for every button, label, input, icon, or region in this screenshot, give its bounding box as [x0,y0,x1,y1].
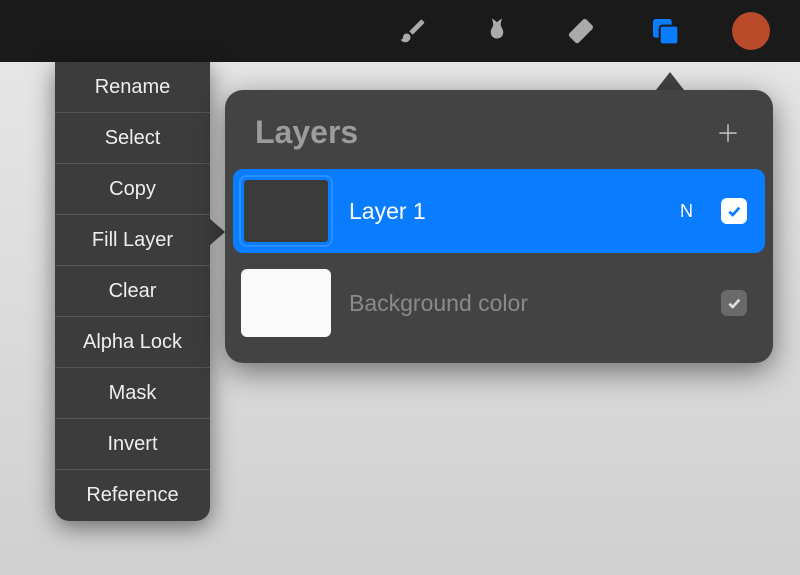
context-label: Mask [109,382,157,405]
context-copy[interactable]: Copy [55,164,210,215]
layers-title: Layers [255,114,358,151]
context-label: Alpha Lock [83,331,182,354]
context-label: Reference [86,484,178,507]
layer-row[interactable]: Layer 1 N [233,169,765,253]
layer-name: Background color [349,290,703,317]
layer-thumbnail [241,177,331,245]
context-label: Copy [109,178,156,201]
context-rename[interactable]: Rename [55,62,210,113]
context-mask[interactable]: Mask [55,368,210,419]
context-label: Clear [109,280,157,303]
layer-name: Layer 1 [349,198,662,225]
layer-row-background[interactable]: Background color [233,261,765,345]
eraser-icon[interactable] [564,14,598,48]
context-select[interactable]: Select [55,113,210,164]
context-label: Invert [107,433,157,456]
layer-thumbnail [241,269,331,337]
add-layer-button[interactable] [713,118,743,148]
layers-panel-pointer [656,72,684,90]
top-toolbar [0,0,800,62]
visibility-checkbox[interactable] [721,290,747,316]
layers-header: Layers [225,90,773,169]
context-clear[interactable]: Clear [55,266,210,317]
brush-icon[interactable] [396,14,430,48]
smudge-icon[interactable] [480,14,514,48]
layers-panel: Layers Layer 1 N Background color [225,90,773,363]
layers-icon[interactable] [648,14,682,48]
context-menu-pointer [209,218,225,246]
color-swatch[interactable] [732,12,770,50]
context-invert[interactable]: Invert [55,419,210,470]
context-alpha-lock[interactable]: Alpha Lock [55,317,210,368]
context-label: Rename [95,76,171,99]
visibility-checkbox[interactable] [721,198,747,224]
layer-context-menu: Rename Select Copy Fill Layer Clear Alph… [55,62,210,521]
context-label: Fill Layer [92,229,173,252]
blend-mode-indicator[interactable]: N [680,201,693,222]
context-label: Select [105,127,161,150]
context-fill-layer[interactable]: Fill Layer [55,215,210,266]
context-reference[interactable]: Reference [55,470,210,521]
